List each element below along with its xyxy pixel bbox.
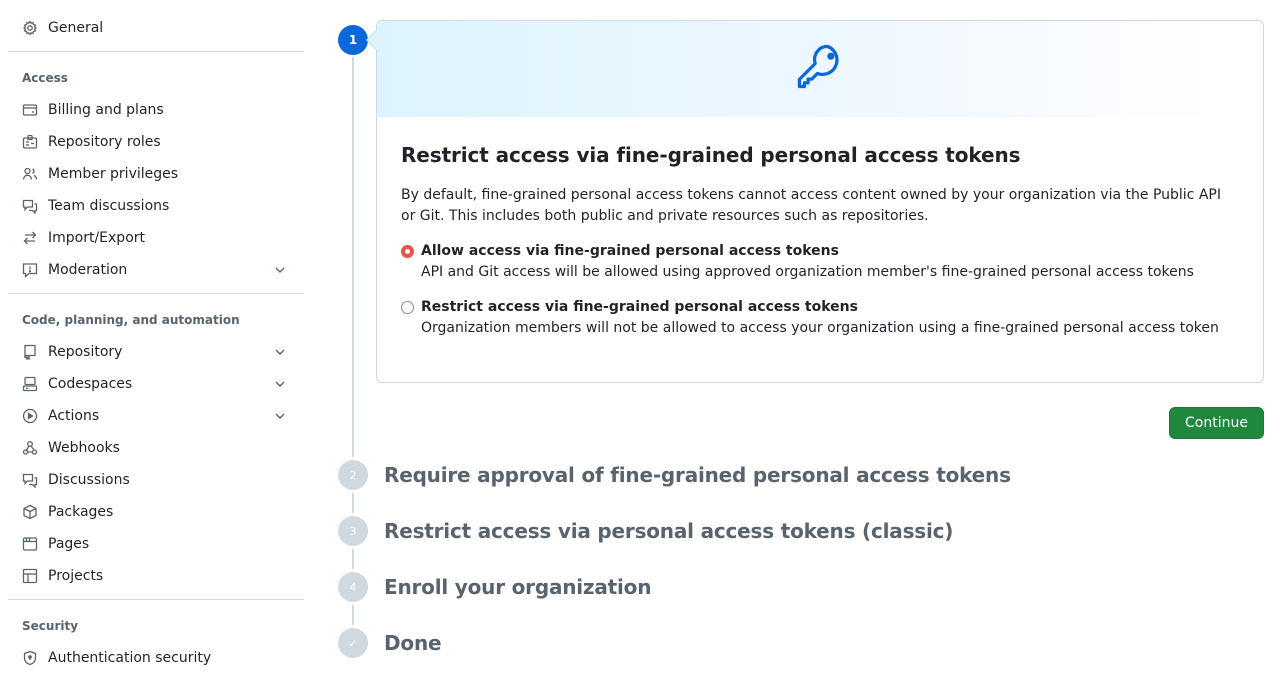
token-policy-wizard: 1 Restrict access via fine-grained perso… [336, 0, 1280, 677]
pending-step-4: 4 Enroll your organization [336, 572, 1236, 602]
browser-icon [22, 536, 38, 552]
radio-option-description: Organization members will not be allowed… [421, 320, 1219, 336]
radio-allow[interactable] [401, 245, 414, 258]
radio-option-description: API and Git access will be allowed using… [421, 264, 1194, 280]
sidebar-item-billing-and-plans[interactable]: Billing and plans [8, 94, 304, 126]
shield-lock-icon [22, 650, 38, 666]
comment-discussion-icon [22, 198, 38, 214]
step-title: Restrict access via fine-grained persona… [401, 143, 1021, 167]
repo-icon [22, 344, 38, 360]
sidebar-item-label: General [48, 20, 104, 36]
sidebar-item-label: Team discussions [48, 198, 170, 214]
sidebar-item-codespaces[interactable]: Codespaces [8, 368, 304, 400]
gear-icon [22, 20, 38, 36]
table-icon [22, 568, 38, 584]
divider [8, 293, 304, 294]
pending-step-title: Enroll your organization [384, 575, 652, 599]
continue-button[interactable]: Continue [1169, 407, 1264, 439]
radio-text: Allow access via fine-grained personal a… [421, 241, 1194, 283]
sidebar-item-label: Import/Export [48, 230, 146, 246]
timeline-line [352, 40, 354, 650]
codespaces-icon [22, 376, 38, 392]
section-heading-security: Security [22, 619, 79, 633]
sidebar-item-pages[interactable]: Pages [8, 528, 304, 560]
radio-option-restrict[interactable]: Restrict access via fine-grained persona… [401, 297, 1239, 339]
check-icon: ✓ [338, 628, 368, 658]
comment-discussion-icon [22, 472, 38, 488]
pending-step-title: Restrict access via personal access toke… [384, 519, 954, 543]
key-icon [794, 41, 846, 97]
radio-option-allow[interactable]: Allow access via fine-grained personal a… [401, 241, 1239, 283]
pending-step-2: 2 Require approval of fine-grained perso… [336, 460, 1236, 490]
radio-option-title: Restrict access via fine-grained persona… [421, 299, 858, 315]
credit-card-icon [22, 102, 38, 118]
sidebar-item-label: Member privileges [48, 166, 179, 182]
report-icon [22, 262, 38, 278]
sidebar-item-repository-roles[interactable]: Repository roles [8, 126, 304, 158]
section-heading-access: Access [22, 71, 68, 85]
chevron-down-icon[interactable] [272, 376, 288, 392]
divider [8, 51, 304, 52]
pending-step-done: ✓ Done [336, 628, 1236, 658]
sidebar-item-import-export[interactable]: Import/Export [8, 222, 304, 254]
sidebar-item-general[interactable]: General [8, 12, 304, 44]
sidebar-item-label: Discussions [48, 472, 130, 488]
sidebar-item-label: Moderation [48, 262, 128, 278]
section-heading-code-planning: Code, planning, and automation [22, 313, 240, 327]
sidebar-item-authentication-security[interactable]: Authentication security [8, 642, 304, 674]
step-description: By default, fine-grained personal access… [401, 187, 1221, 224]
settings-sidebar: General Access Billing and plans Reposit… [8, 0, 304, 674]
sidebar-item-repository[interactable]: Repository [8, 336, 304, 368]
play-icon [22, 408, 38, 424]
sidebar-item-label: Authentication security [48, 650, 212, 666]
sidebar-item-label: Actions [48, 408, 100, 424]
sidebar-item-label: Projects [48, 568, 104, 584]
chevron-down-icon[interactable] [272, 408, 288, 424]
sidebar-item-label: Codespaces [48, 376, 133, 392]
sidebar-item-team-discussions[interactable]: Team discussions [8, 190, 304, 222]
package-icon [22, 504, 38, 520]
step-badge-4: 4 [338, 572, 368, 602]
sidebar-item-label: Pages [48, 536, 90, 552]
divider [8, 599, 304, 600]
active-step-card: Restrict access via fine-grained persona… [366, 20, 1264, 383]
id-badge-icon [22, 134, 38, 150]
sidebar-item-projects[interactable]: Projects [8, 560, 304, 592]
radio-restrict[interactable] [401, 301, 414, 314]
sidebar-item-actions[interactable]: Actions [8, 400, 304, 432]
pending-step-3: 3 Restrict access via personal access to… [336, 516, 1236, 546]
sidebar-item-packages[interactable]: Packages [8, 496, 304, 528]
sidebar-item-label: Repository [48, 344, 123, 360]
sidebar-item-label: Packages [48, 504, 114, 520]
sidebar-item-label: Billing and plans [48, 102, 164, 118]
sidebar-item-discussions[interactable]: Discussions [8, 464, 304, 496]
sidebar-item-webhooks[interactable]: Webhooks [8, 432, 304, 464]
radio-text: Restrict access via fine-grained persona… [421, 297, 1219, 339]
card-hero [377, 21, 1263, 117]
sidebar-item-label: Repository roles [48, 134, 161, 150]
card-body: Restrict access via fine-grained persona… [377, 117, 1263, 377]
chevron-down-icon[interactable] [272, 262, 288, 278]
arrow-switch-icon [22, 230, 38, 246]
radio-option-title: Allow access via fine-grained personal a… [421, 243, 839, 259]
step-badge-2: 2 [338, 460, 368, 490]
step-badge-1: 1 [338, 25, 368, 55]
pending-step-title: Done [384, 631, 442, 655]
step-badge-3: 3 [338, 516, 368, 546]
webhook-icon [22, 440, 38, 456]
chevron-down-icon[interactable] [272, 344, 288, 360]
sidebar-item-label: Webhooks [48, 440, 120, 456]
pending-step-title: Require approval of fine-grained persona… [384, 463, 1011, 487]
people-icon [22, 166, 38, 182]
sidebar-item-moderation[interactable]: Moderation [8, 254, 304, 286]
sidebar-item-member-privileges[interactable]: Member privileges [8, 158, 304, 190]
